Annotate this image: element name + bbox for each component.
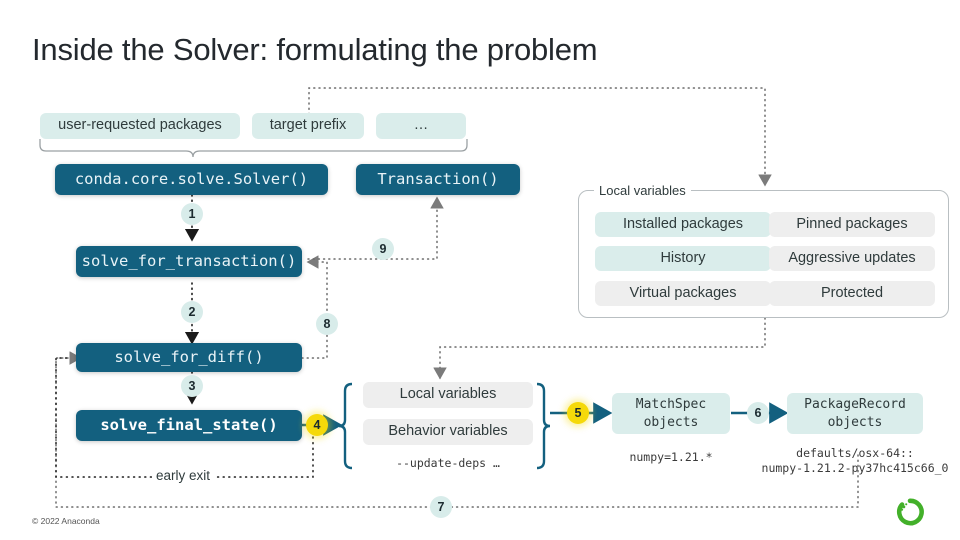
step-badge-3: 3 — [181, 375, 203, 397]
input-pill-label: target prefix — [269, 117, 347, 134]
step-badge-9: 9 — [372, 238, 394, 260]
local-variable-installed-packages[interactable]: Installed packages — [595, 212, 771, 237]
local-variable-pinned-packages[interactable]: Pinned packages — [769, 212, 935, 237]
early-exit-label: early exit — [152, 468, 215, 483]
variables-bracket-left — [338, 382, 353, 470]
copyright-footer: © 2022 Anaconda — [32, 516, 100, 526]
step-badge-4: 4 — [306, 414, 328, 436]
box-solve-final-state[interactable]: solve_final_state() — [76, 410, 302, 441]
local-variable-label: Virtual packages — [629, 284, 737, 301]
step-badge-1: 1 — [181, 203, 203, 225]
box-packagerecord-objects[interactable]: PackageRecord objects — [787, 393, 923, 434]
step-badge-5: 5 — [567, 402, 589, 424]
arrow-step-8 — [301, 255, 328, 359]
local-variable-history[interactable]: History — [595, 246, 771, 271]
input-pill-label: … — [413, 117, 429, 134]
local-variable-label: Protected — [820, 284, 884, 301]
box-solve-for-diff[interactable]: solve_for_diff() — [76, 343, 302, 372]
local-variable-virtual-packages[interactable]: Virtual packages — [595, 281, 771, 306]
step-badge-8: 8 — [316, 313, 338, 335]
local-variable-label: Pinned packages — [796, 215, 908, 232]
step-badge-7: 7 — [430, 496, 452, 518]
input-pill-label: user-requested packages — [58, 117, 222, 134]
variables-bracket-right — [536, 382, 551, 470]
packagerecord-line-1: PackageRecord — [804, 396, 906, 412]
variables-pill-label: Local variables — [399, 386, 497, 403]
local-variable-label: Aggressive updates — [788, 249, 916, 266]
variables-pill-behavior-variables[interactable]: Behavior variables — [363, 419, 533, 445]
variables-pill-local-variables[interactable]: Local variables — [363, 382, 533, 408]
matchspec-line-2: objects — [643, 414, 699, 430]
variables-pill-label: Behavior variables — [388, 423, 508, 440]
local-variable-protected[interactable]: Protected — [769, 281, 935, 306]
box-label: solve_final_state() — [100, 416, 278, 435]
box-solve-for-transaction[interactable]: solve_for_transaction() — [76, 246, 302, 277]
box-conda-core-solve-solver[interactable]: conda.core.solve.Solver() — [55, 164, 328, 195]
local-variable-label: Installed packages — [622, 215, 744, 232]
packagerecord-caption-line-1: defaults/osx-64:: — [796, 446, 914, 460]
box-transaction[interactable]: Transaction() — [356, 164, 520, 195]
box-label: conda.core.solve.Solver() — [74, 170, 309, 189]
matchspec-caption: numpy=1.21.* — [629, 450, 713, 464]
slide-canvas: Inside the Solver: formulating the probl… — [0, 0, 960, 540]
step-badge-2: 2 — [181, 301, 203, 323]
box-label: solve_for_transaction() — [81, 252, 297, 271]
box-label: Transaction() — [377, 170, 499, 189]
local-variables-group-legend: Local variables — [594, 183, 691, 198]
box-label: solve_for_diff() — [114, 348, 264, 367]
input-pill-user-requested-packages[interactable]: user-requested packages — [40, 113, 240, 139]
packagerecord-caption-line-2: numpy-1.21.2-py37hc415c66_0 — [761, 461, 949, 475]
box-matchspec-objects[interactable]: MatchSpec objects — [612, 393, 730, 434]
arrow-local-variables-to-pill — [433, 317, 766, 380]
packagerecord-line-2: objects — [827, 414, 883, 430]
page-title: Inside the Solver: formulating the probl… — [32, 32, 598, 67]
step-badge-6: 6 — [747, 402, 769, 424]
local-variable-aggressive-updates[interactable]: Aggressive updates — [769, 246, 935, 271]
inputs-brace — [39, 139, 468, 158]
input-pill-ellipsis[interactable]: … — [376, 113, 466, 139]
matchspec-line-1: MatchSpec — [635, 396, 707, 412]
variables-caption: --update-deps … — [396, 456, 500, 470]
local-variable-label: History — [660, 249, 706, 266]
input-pill-target-prefix[interactable]: target prefix — [252, 113, 364, 139]
anaconda-logo — [896, 498, 924, 526]
